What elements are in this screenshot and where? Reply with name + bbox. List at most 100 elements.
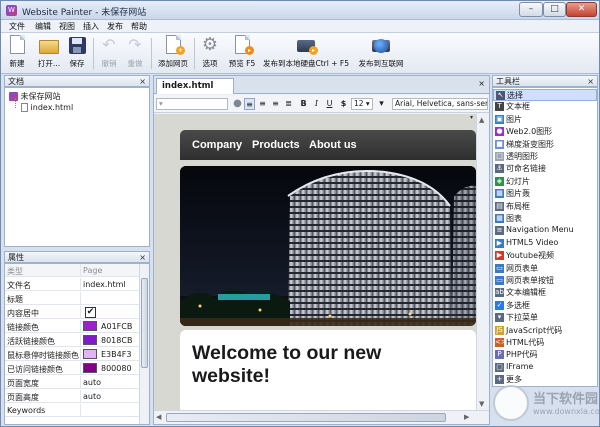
toolbox-item[interactable]: ▦ 图片轰 [493, 188, 597, 200]
underline-icon[interactable]: U [324, 98, 335, 110]
toolbox-item[interactable]: ■ 梯度渐变图形 [493, 139, 597, 151]
toolbox-item[interactable]: ab 文本编辑框 [493, 287, 597, 299]
scroll-down-icon[interactable]: ▼ [479, 400, 484, 408]
active-link-color-swatch[interactable] [83, 335, 97, 345]
toolbox-item[interactable]: ⚓ 可命名链接 [493, 163, 597, 175]
toolbox-item[interactable]: ▣ 图片 [493, 114, 597, 126]
tree-site-node[interactable]: 未保存网站 [9, 91, 61, 102]
align-right-icon[interactable]: ≡ [270, 98, 281, 110]
options-button[interactable]: ⚙ 选项 [198, 35, 222, 72]
horizontal-scroll-thumb[interactable] [166, 413, 446, 422]
watermark: 当下软件园 www.downxia.com [493, 385, 599, 423]
menu-view[interactable]: 视图 [59, 21, 75, 32]
visited-link-color-swatch[interactable] [83, 363, 97, 373]
font-size-select[interactable]: 12 ▾ [351, 98, 373, 110]
scroll-left-icon[interactable]: ◀ [156, 413, 161, 421]
prop-row-hover-link-color[interactable]: 鼠标悬停时链接颜色 E3B4F3 [5, 348, 139, 361]
properties-scroll-thumb[interactable] [141, 278, 148, 368]
bold-icon[interactable]: B [298, 98, 309, 110]
toolbox-item[interactable]: P PHP代码 [493, 349, 597, 361]
welcome-heading[interactable]: Welcome to our new website! [192, 342, 422, 388]
prop-row-visited-link-color[interactable]: 已访问链接颜色 800080 [5, 362, 139, 375]
page-nav-bar[interactable]: Company Products About us [180, 130, 476, 160]
prop-row-center-content[interactable]: 内容居中 ✔ [5, 306, 139, 319]
save-button[interactable]: 保存 [65, 35, 89, 72]
document-tabs: index.html × [154, 76, 489, 94]
redo-button[interactable]: ↷ 重做 [123, 35, 147, 72]
title-bar[interactable]: W Website Painter - 未保存网站 – □ ✕ [1, 1, 599, 20]
new-button[interactable]: 新建 [5, 35, 29, 72]
align-left-icon[interactable]: ≡ [244, 98, 255, 110]
prop-row-filename[interactable]: 文件名 index.html [5, 278, 139, 291]
toolbox-item[interactable]: ▢ IFrame [493, 362, 597, 374]
toolbox-item[interactable]: T 文本框 [493, 101, 597, 113]
text-color-icon[interactable]: ▾ [376, 98, 387, 110]
hover-link-color-swatch[interactable] [83, 349, 97, 359]
circle-shape-icon[interactable]: ● [232, 98, 243, 110]
align-center-icon[interactable]: ≡ [257, 98, 268, 110]
welcome-box[interactable]: Welcome to our new website! [180, 330, 476, 410]
tree-file-node[interactable]: index.html [21, 103, 73, 112]
toolbox-item[interactable]: ≡ Navigation Menu [493, 225, 597, 237]
hero-image[interactable] [180, 166, 476, 326]
prop-row-active-link-color[interactable]: 活跃链接颜色 8018CB [5, 334, 139, 347]
toolbox-item[interactable]: ▶ Youtube视频 [493, 250, 597, 262]
close-button[interactable]: ✕ [566, 2, 597, 17]
toolbox-item[interactable]: <> HTML代码 [493, 337, 597, 349]
publish-local-button[interactable]: ▸ 发布到本地硬盘Ctrl + F5 [261, 35, 351, 72]
prop-row-page-width[interactable]: 页面宽度 auto [5, 376, 139, 389]
open-button[interactable]: 打开... [35, 35, 63, 72]
toolbox-item[interactable]: ● Web2.0图形 [493, 126, 597, 138]
prop-row-page-height[interactable]: 页面高度 auto [5, 390, 139, 403]
add-page-button[interactable]: + 添加网页 [155, 35, 191, 72]
currency-icon[interactable]: $ [338, 98, 349, 110]
menu-file[interactable]: 文件 [9, 21, 25, 32]
toolbox-item[interactable]: ▦ 图表 [493, 213, 597, 225]
scroll-up-icon[interactable]: ▲ [479, 116, 484, 124]
align-justify-icon[interactable]: ≣ [283, 98, 294, 110]
nav-link-about[interactable]: About us [309, 139, 357, 151]
menu-insert[interactable]: 插入 [83, 21, 99, 32]
tab-index-html[interactable]: index.html [156, 78, 234, 94]
toolbox-item[interactable]: ✓ 多选框 [493, 300, 597, 312]
properties-pane-close-icon[interactable]: × [139, 252, 146, 263]
toolbox-close-icon[interactable]: × [587, 76, 594, 87]
menu-edit[interactable]: 编辑 [35, 21, 51, 32]
design-canvas[interactable]: Company Products About us Welcome to our… [154, 114, 476, 410]
properties-scrollbar[interactable] [139, 264, 149, 424]
preview-button[interactable]: ▸ 预览 F5 [225, 35, 259, 72]
prop-row-keywords[interactable]: Keywords [5, 404, 139, 417]
menu-publish[interactable]: 发布 [107, 21, 123, 32]
toolbox-item[interactable]: □ 透明图形 [493, 151, 597, 163]
prop-row-link-color[interactable]: 链接颜色 A01FCB [5, 320, 139, 333]
editor-horizontal-scrollbar[interactable]: ◀ ▶ [154, 410, 489, 424]
toolbox-item[interactable]: JS JavaScript代码 [493, 325, 597, 337]
menu-help[interactable]: 帮助 [131, 21, 147, 32]
toolbox-item[interactable]: ▤ 布局框 [493, 201, 597, 213]
prop-value: 8018CB [101, 336, 133, 345]
center-content-checkbox[interactable]: ✔ [85, 307, 96, 318]
toolbox-item[interactable]: ◈ 幻灯片 [493, 176, 597, 188]
publish-web-button[interactable]: 发布到互联网 [356, 35, 406, 72]
prop-row-title[interactable]: 标题 [5, 292, 139, 305]
gallery-icon: ▦ [495, 189, 504, 199]
prop-row-type[interactable]: 类型 Page [5, 264, 139, 277]
nav-link-company[interactable]: Company [192, 139, 242, 151]
undo-button[interactable]: ↶ 撤销 [97, 35, 121, 72]
font-family-select[interactable]: Arial, Helvetica, sans-serif [392, 98, 488, 110]
toolbox-item[interactable]: ▭ 网页表单按钮 [493, 275, 597, 287]
style-select[interactable]: ▾ [156, 98, 228, 110]
document-pane-close-icon[interactable]: × [139, 76, 146, 87]
italic-icon[interactable]: I [311, 98, 322, 110]
link-color-swatch[interactable] [83, 321, 97, 331]
minimize-button[interactable]: – [519, 2, 543, 17]
tab-close-icon[interactable]: × [478, 79, 485, 88]
editor-vertical-scrollbar[interactable]: ▲ ▼ [476, 114, 489, 410]
nav-link-products[interactable]: Products [252, 139, 300, 151]
toolbox-item[interactable]: ▾ 下拉菜单 [493, 312, 597, 324]
toolbox-item[interactable]: ↖ 选择 [493, 89, 597, 101]
maximize-button[interactable]: □ [543, 2, 566, 17]
toolbox-item[interactable]: ▶ HTML5 Video [493, 238, 597, 250]
toolbox-item[interactable]: ▭ 网页表单 [493, 263, 597, 275]
scroll-right-icon[interactable]: ▶ [464, 413, 469, 421]
